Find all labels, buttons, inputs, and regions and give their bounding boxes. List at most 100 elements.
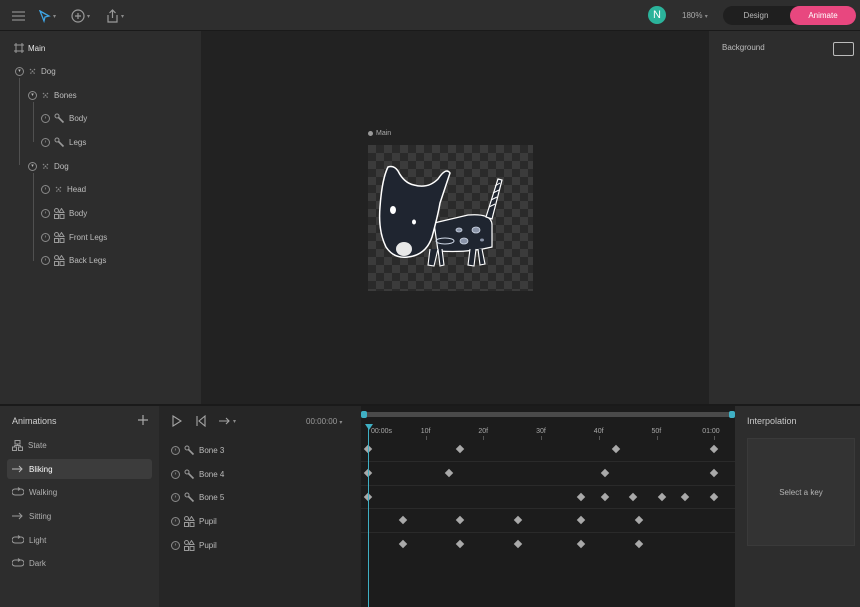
zoom-level[interactable]: 180% ▾: [682, 11, 708, 20]
plus-circle-icon: [71, 9, 85, 23]
plus-icon: [138, 415, 148, 425]
rewind-button[interactable]: [196, 414, 206, 429]
animate-mode-button[interactable]: Animate: [790, 6, 856, 25]
ruler-label: 10f: [420, 428, 431, 435]
tree-item-head[interactable]: › Head: [41, 182, 86, 196]
chevron-right-icon[interactable]: ›: [41, 208, 50, 218]
row-divider: [361, 461, 735, 462]
node-icon: [28, 67, 37, 76]
add-tool-button[interactable]: ▾: [71, 8, 90, 24]
tree-item-bones[interactable]: ▾ Bones: [28, 88, 77, 102]
animation-item-dark[interactable]: Dark: [7, 553, 152, 573]
chevron-right-icon[interactable]: ›: [171, 516, 180, 526]
animation-item-light[interactable]: Light: [7, 530, 152, 550]
ruler-tick: [425, 436, 427, 440]
chevron-right-icon[interactable]: ›: [171, 469, 180, 479]
animation-item-walking[interactable]: Walking: [7, 482, 152, 502]
artboard-label[interactable]: Main: [368, 130, 391, 137]
bone-icon: [184, 469, 195, 480]
tree-guide: [19, 78, 20, 165]
chevron-right-icon[interactable]: ›: [41, 113, 50, 123]
tree-guide: [33, 173, 34, 261]
tree-item-body-bone[interactable]: › Body: [41, 111, 87, 125]
range-start-handle[interactable]: [361, 411, 367, 418]
select-tool-button[interactable]: ▾: [39, 8, 56, 24]
playhead-handle[interactable]: [365, 424, 373, 430]
chevron-right-icon[interactable]: ›: [171, 445, 180, 455]
row-divider: [361, 532, 735, 533]
animation-item-sitting[interactable]: Sitting: [7, 506, 152, 526]
bone-icon: [54, 113, 65, 124]
chevron-right-icon[interactable]: ›: [171, 492, 180, 502]
tree-item-body-shape[interactable]: › Body: [41, 206, 87, 220]
menu-icon[interactable]: [12, 8, 25, 24]
background-color-swatch[interactable]: [833, 42, 854, 56]
track-row[interactable]: › Pupil: [171, 513, 217, 529]
ruler-tick: [714, 436, 716, 440]
chevron-down-icon: ▾: [87, 13, 91, 20]
chevron-right-icon[interactable]: ›: [41, 137, 50, 147]
play-icon: [172, 415, 183, 427]
animation-item-bliking[interactable]: Bliking: [7, 459, 152, 479]
timeline-range-bar[interactable]: [363, 412, 732, 417]
background-label: Background: [722, 43, 765, 52]
bone-icon: [184, 445, 195, 456]
skip-back-icon: [196, 414, 206, 428]
node-icon: [41, 162, 50, 171]
design-mode-button[interactable]: Design: [723, 6, 789, 25]
ruler-label: 30f: [536, 428, 546, 435]
loop-icon: [12, 535, 24, 545]
ruler-tick: [656, 436, 658, 440]
tree-item-dog-group[interactable]: ▾ Dog: [28, 159, 69, 173]
chevron-down-icon[interactable]: ▾: [28, 161, 37, 171]
tree-item-main[interactable]: Main: [14, 41, 45, 55]
tree-item-dog[interactable]: ▾ Dog: [15, 64, 56, 78]
loop-mode-button[interactable]: ▾: [219, 415, 236, 427]
chevron-down-icon: ▾: [121, 13, 125, 20]
chevron-down-icon[interactable]: ▾: [15, 66, 24, 76]
add-animation-button[interactable]: [138, 412, 148, 428]
track-row[interactable]: › Bone 3: [171, 442, 224, 458]
chevron-down-icon: ▾: [233, 418, 237, 425]
tree-item-front-legs[interactable]: › Front Legs: [41, 230, 107, 244]
loop-icon: [12, 558, 24, 568]
ruler-tick: [598, 436, 600, 440]
track-row[interactable]: › Bone 4: [171, 466, 224, 482]
tree-item-legs-bone[interactable]: › Legs: [41, 135, 86, 149]
chevron-right-icon[interactable]: ›: [41, 184, 50, 194]
animation-item-state[interactable]: State: [7, 435, 152, 455]
ruler-tick: [541, 436, 543, 440]
artboard[interactable]: [368, 145, 533, 291]
artboard-icon: [14, 43, 24, 53]
export-button[interactable]: ▾: [106, 8, 124, 24]
interpolation-hint: Select a key: [779, 488, 823, 497]
track-row[interactable]: › Bone 5: [171, 489, 224, 505]
chevron-down-icon[interactable]: ▾: [28, 90, 37, 100]
timecode[interactable]: 00:00:00 ▾: [306, 417, 342, 426]
timeline[interactable]: [361, 406, 735, 607]
avatar[interactable]: N: [648, 6, 666, 24]
chevron-right-icon[interactable]: ›: [41, 255, 50, 265]
chevron-right-icon[interactable]: ›: [41, 232, 50, 242]
chevron-right-icon[interactable]: ›: [171, 540, 180, 550]
loop-icon: [12, 487, 24, 497]
track-row[interactable]: › Pupil: [171, 537, 217, 553]
node-icon: [54, 185, 63, 194]
playhead[interactable]: [368, 425, 369, 607]
state-icon: [12, 439, 23, 451]
mode-toggle: Design Animate: [723, 6, 856, 25]
shapes-icon: [54, 207, 65, 219]
oneshot-icon: [12, 465, 24, 473]
node-icon: [41, 91, 50, 100]
tree-item-back-legs[interactable]: › Back Legs: [41, 253, 106, 267]
share-icon: [107, 9, 118, 23]
chevron-down-icon: ▾: [704, 14, 708, 20]
ruler-label: 50f: [651, 428, 662, 435]
oneshot-icon: [12, 512, 24, 520]
hierarchy-panel: [0, 31, 201, 404]
ruler-tick: [483, 436, 485, 440]
dog-illustration[interactable]: [368, 145, 533, 291]
row-divider: [361, 508, 735, 509]
shapes-icon: [184, 515, 195, 527]
play-button[interactable]: [172, 415, 183, 429]
